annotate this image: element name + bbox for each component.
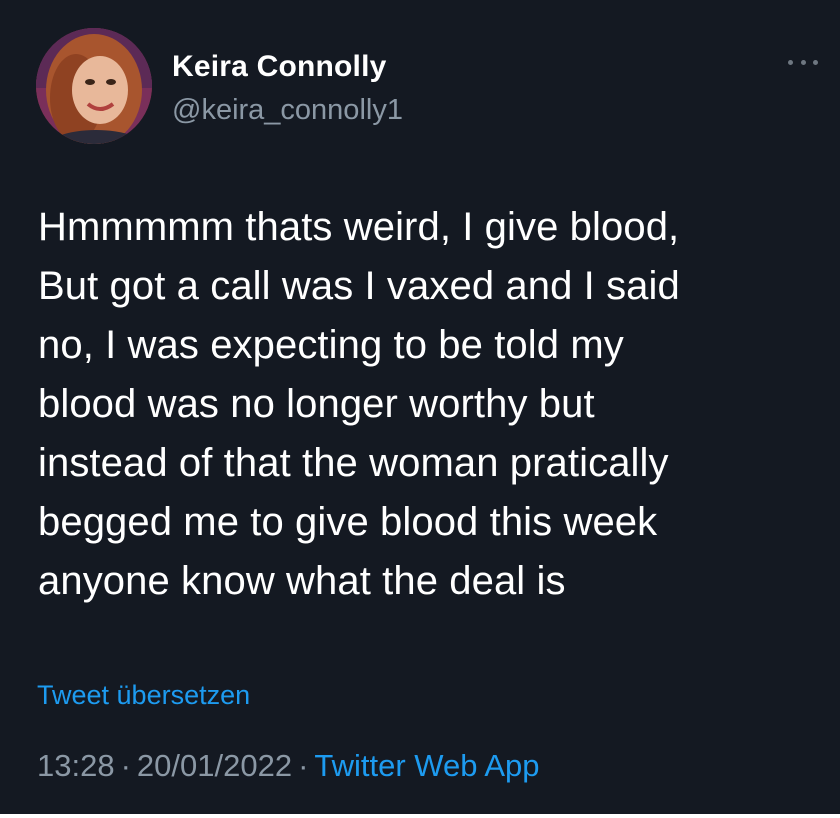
more-horizontal-icon xyxy=(813,59,818,65)
meta-separator: · xyxy=(120,748,131,783)
author-handle[interactable]: @keira_connolly1 xyxy=(172,94,403,127)
tweet-card: Keira Connolly @keira_connolly1 Hmmmmm t… xyxy=(0,0,840,818)
tweet-text-line: instead of that the woman pratically xyxy=(38,441,669,485)
tweet-text-line: But got a call was I vaxed and I said xyxy=(38,264,680,308)
tweet-text-line: no, I was expecting to be told my xyxy=(38,323,624,367)
tweet-text-line: blood was no longer worthy but xyxy=(38,382,595,426)
translate-tweet-link[interactable]: Tweet übersetzen xyxy=(37,680,250,711)
avatar-image xyxy=(36,28,152,144)
divider xyxy=(0,814,840,818)
tweet-time[interactable]: 13:28 xyxy=(37,748,115,783)
author-name[interactable]: Keira Connolly xyxy=(172,50,387,84)
tweet-source-link[interactable]: Twitter Web App xyxy=(314,748,539,783)
tweet-text-line: Hmmmmm thats weird, I give blood, xyxy=(38,205,680,249)
avatar[interactable] xyxy=(36,28,152,144)
tweet-text-line: anyone know what the deal is xyxy=(38,559,566,603)
meta-separator: · xyxy=(298,748,309,783)
tweet-text: Hmmmmm thats weird, I give blood, But go… xyxy=(38,198,818,611)
more-horizontal-icon xyxy=(788,59,793,65)
tweet-date[interactable]: 20/01/2022 xyxy=(137,748,292,783)
more-horizontal-icon xyxy=(800,59,806,65)
more-options-button[interactable] xyxy=(788,52,818,72)
tweet-text-line: begged me to give blood this week xyxy=(38,500,658,544)
tweet-meta: 13:28 · 20/01/2022 · Twitter Web App xyxy=(37,748,540,784)
